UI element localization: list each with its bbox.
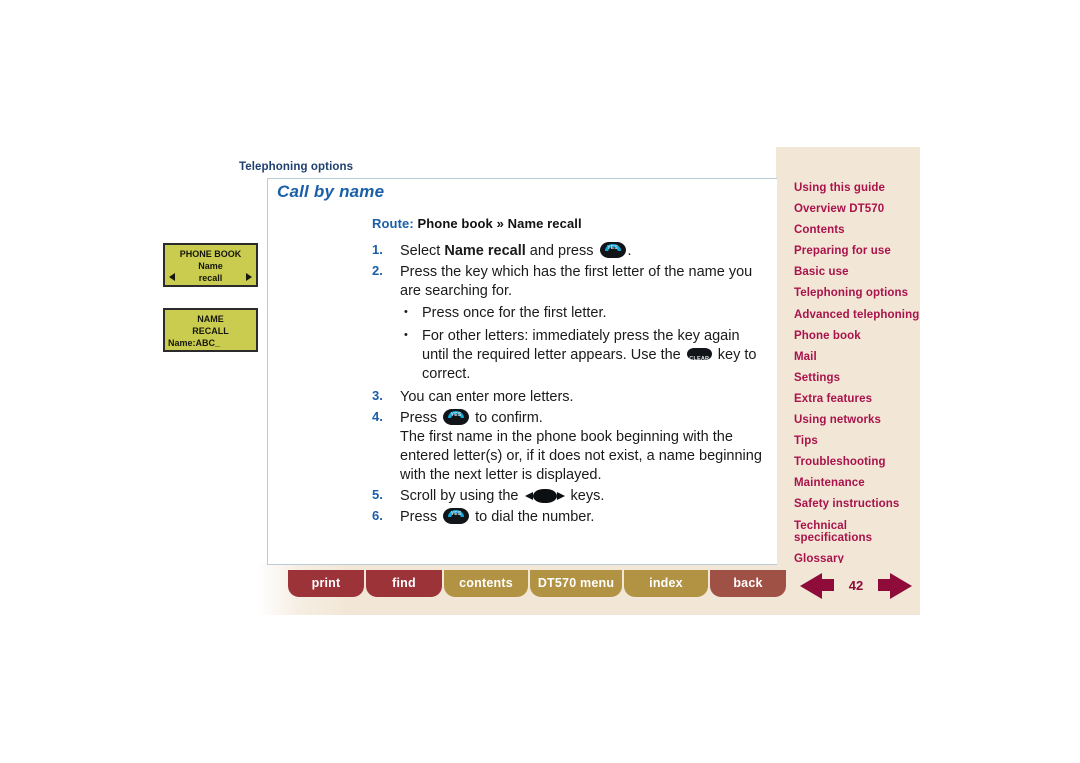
sidebar-item-overview-dt570[interactable]: Overview DT570 — [794, 203, 920, 216]
text-run: Select — [400, 243, 445, 259]
yes-key-icon: YES — [443, 409, 470, 425]
sidebar-item-telephoning-options[interactable]: Telephoning options — [794, 287, 920, 300]
instruction-steps: 1. Select Name recall and press YES. 2. Pre… — [372, 242, 764, 529]
display-line-2: Name — [198, 261, 223, 271]
tab-find[interactable]: find — [366, 570, 442, 597]
sidebar-item-extra-features[interactable]: Extra features — [794, 393, 920, 406]
step-text: Press YES to confirm. The first name in t… — [400, 409, 764, 485]
left-arrow-icon — [169, 273, 175, 281]
display-line-3: Name:ABC_ — [168, 338, 221, 348]
tab-contents[interactable]: contents — [444, 570, 528, 597]
step-text: Press YES to dial the number. — [400, 508, 764, 527]
instruction-step: 5. Scroll by using the keys. — [372, 487, 764, 506]
sidebar-item-troubleshooting[interactable]: Troubleshooting — [794, 456, 920, 469]
yes-key-label: YES — [607, 245, 618, 251]
right-arrow-icon — [246, 273, 252, 281]
tab-index[interactable]: index — [624, 570, 708, 597]
page-navigation: 42 — [800, 571, 912, 601]
route-line: Route: Phone book » Name recall — [372, 216, 582, 231]
display-line-1: PHONE BOOK — [179, 249, 242, 259]
step-number: 1. — [372, 242, 383, 257]
breadcrumb: Telephoning options — [239, 161, 354, 173]
scroll-rocker-icon — [532, 489, 557, 503]
tab-back[interactable]: back — [710, 570, 786, 597]
instruction-step: 6. Press YES to dial the number. — [372, 508, 764, 527]
text-run: Press once for the first letter. — [422, 305, 607, 321]
step-text: You can enter more letters. — [400, 388, 764, 407]
text-run: Press the key which has the first letter… — [400, 264, 753, 299]
sidebar-item-contents[interactable]: Contents — [794, 224, 920, 237]
text-run: Press — [400, 410, 442, 426]
step-number: 4. — [372, 409, 383, 424]
name-recall-display: NAME RECALL Name:ABC_ — [163, 308, 258, 352]
scroll-keys-icon — [524, 489, 565, 503]
display-line-3: recall — [198, 273, 223, 283]
step-text: Scroll by using the keys. — [400, 487, 764, 506]
yes-key-label: YES — [450, 511, 462, 517]
step-text: Select Name recall and press YES. — [400, 242, 764, 261]
text-run: and press — [525, 243, 598, 259]
bullet-item: Press once for the first letter. — [400, 303, 764, 323]
next-page-arrow-tail[interactable] — [878, 579, 892, 591]
page-title: Call by name — [277, 182, 385, 201]
emphasis-text: Name recall — [444, 243, 526, 259]
text-run: You can enter more letters. — [400, 389, 574, 405]
step-text: Press the key which has the first letter… — [400, 263, 764, 301]
yes-key-label: YES — [450, 412, 462, 418]
sidebar-nav-list: Using this guide Overview DT570 Contents Pr… — [794, 182, 920, 574]
sidebar-item-using-this-guide[interactable]: Using this guide — [794, 182, 920, 195]
step-number: 6. — [372, 508, 383, 523]
phone-book-display: PHONE BOOK Name recall — [163, 243, 258, 287]
text-run: to dial the number. — [471, 509, 595, 525]
next-page-arrow-icon[interactable] — [890, 573, 912, 599]
instruction-step: 4. Press YES to confirm. The first name in… — [372, 409, 764, 485]
instruction-step: 3. You can enter more letters. — [372, 388, 764, 407]
scroll-right-arrow-icon — [556, 492, 565, 500]
step-number: 3. — [372, 388, 383, 403]
display-line-2: RECALL — [192, 326, 229, 336]
text-run: keys. — [566, 488, 605, 504]
yes-key-icon: YES — [443, 508, 470, 524]
sidebar-item-settings[interactable]: Settings — [794, 372, 920, 385]
step-number: 2. — [372, 263, 383, 278]
sidebar-nav-panel: Using this guide Overview DT570 Contents Pr… — [776, 147, 920, 615]
yes-key-icon: YES — [599, 242, 626, 258]
sidebar-item-advanced-telephoning[interactable]: Advanced telephoning — [794, 309, 920, 322]
scroll-left-arrow-icon — [524, 492, 533, 500]
bullet-item: For other letters: immediately press the… — [400, 326, 764, 384]
text-run: Scroll by using the — [400, 488, 523, 504]
text-run: The first name in the phone book beginni… — [400, 429, 762, 483]
sidebar-item-mail[interactable]: Mail — [794, 351, 920, 364]
sidebar-item-preparing-for-use[interactable]: Preparing for use — [794, 245, 920, 258]
display-line-3-row: recall — [165, 272, 256, 284]
route-label: Route: — [372, 216, 414, 231]
step-bullet-list: Press once for the first letter. For othe… — [400, 303, 764, 384]
sidebar-item-phone-book[interactable]: Phone book — [794, 330, 920, 343]
sidebar-item-maintenance[interactable]: Maintenance — [794, 477, 920, 490]
display-line-1: NAME — [197, 314, 224, 324]
sidebar-item-safety-instructions[interactable]: Safety instructions — [794, 498, 920, 511]
clear-key-icon: CLEAR — [686, 348, 712, 362]
tab-print[interactable]: print — [288, 570, 364, 597]
manual-page: Using this guide Overview DT570 Contents Pr… — [0, 0, 1080, 763]
clear-key-label: CLEAR — [689, 356, 710, 362]
text-run: Press — [400, 509, 442, 525]
instruction-step: 1. Select Name recall and press YES. — [372, 242, 764, 261]
instruction-step: 2. Press the key which has the first lett… — [372, 263, 764, 384]
text-run: . — [627, 243, 632, 259]
sidebar-item-technical-specifications[interactable]: Technical specifications — [794, 520, 920, 545]
tab-dt570-menu[interactable]: DT570 menu — [530, 570, 622, 597]
route-path: Phone book » Name recall — [417, 216, 582, 231]
sidebar-item-using-networks[interactable]: Using networks — [794, 414, 920, 427]
sidebar-item-tips[interactable]: Tips — [794, 435, 920, 448]
step-number: 5. — [372, 487, 383, 502]
sidebar-item-basic-use[interactable]: Basic use — [794, 266, 920, 279]
text-run: to confirm. — [471, 410, 543, 426]
